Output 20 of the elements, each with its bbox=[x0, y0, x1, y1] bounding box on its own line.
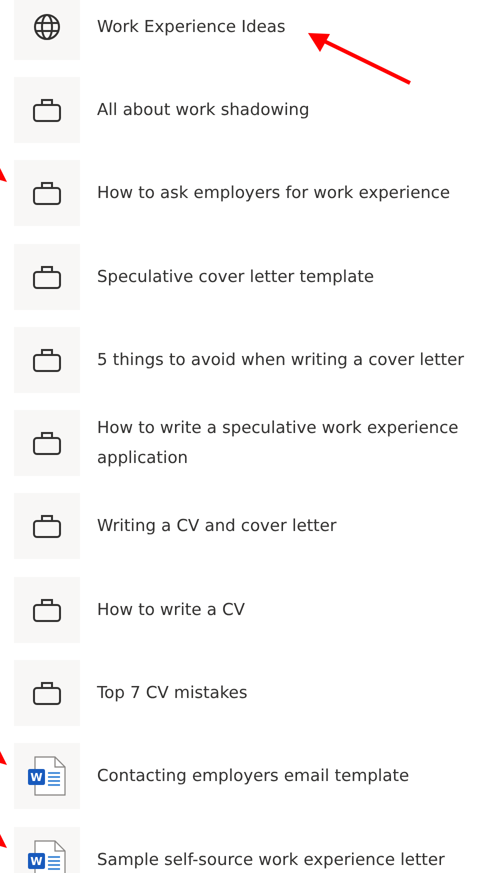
briefcase-icon bbox=[32, 430, 62, 456]
item-title[interactable]: Speculative cover letter template bbox=[97, 262, 477, 292]
briefcase-icon bbox=[32, 346, 62, 373]
globe-icon bbox=[33, 12, 61, 41]
item-title[interactable]: Contacting employers email template bbox=[97, 761, 477, 792]
briefcase-icon bbox=[32, 264, 62, 290]
item-title[interactable]: 5 things to avoid when writing a cover letter bbox=[97, 344, 477, 375]
item-title[interactable]: How to ask employers for work experience bbox=[97, 178, 477, 208]
item-title[interactable]: How to write a speculative work experience application bbox=[97, 413, 477, 474]
briefcase-icon bbox=[32, 96, 62, 123]
item-title[interactable]: Work Experience Ideas bbox=[97, 12, 477, 42]
briefcase-icon bbox=[32, 513, 62, 540]
item-title[interactable]: Top 7 CV mistakes bbox=[97, 678, 477, 708]
item-title[interactable]: How to write a CV bbox=[97, 594, 477, 625]
item-title[interactable]: Sample self-source work experience letter bbox=[97, 844, 477, 873]
item-title[interactable]: All about work shadowing bbox=[97, 94, 477, 125]
briefcase-icon bbox=[32, 596, 62, 623]
briefcase-icon bbox=[32, 180, 62, 206]
briefcase-icon bbox=[32, 680, 62, 706]
item-title[interactable]: Writing a CV and cover letter bbox=[97, 511, 477, 542]
